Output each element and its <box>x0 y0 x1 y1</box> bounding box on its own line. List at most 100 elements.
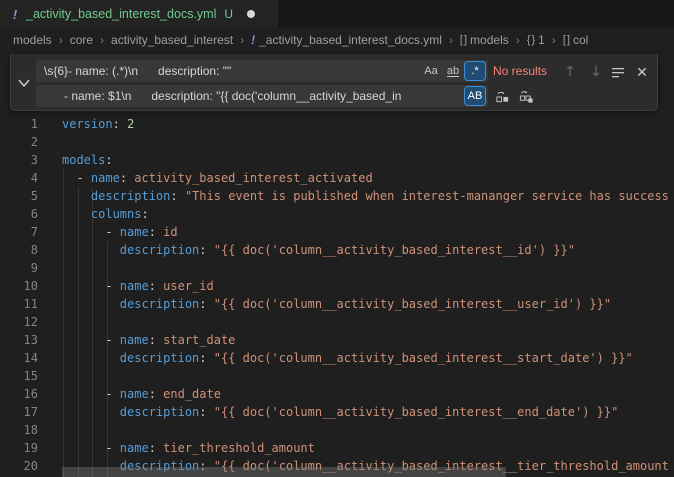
code-text <box>38 133 674 151</box>
code-line[interactable]: 16 - name: end_date <box>0 385 674 403</box>
replace-button[interactable] <box>492 86 512 106</box>
breadcrumb-label: models <box>470 33 509 47</box>
regex-toggle[interactable]: .* <box>465 62 485 80</box>
breadcrumb: models › core › activity_based_interest ›! _ac… <box>0 28 674 52</box>
breadcrumb-item-_activity_based_interest_docs.yml[interactable]: ! _activity_based_interest_docs.yml <box>251 33 442 47</box>
code-text: - name: start_date <box>38 331 674 349</box>
line-number: 4 <box>0 169 38 187</box>
code-text <box>38 367 674 385</box>
match-case-toggle[interactable]: Aa <box>421 62 441 80</box>
tab-bar: ! _activity_based_interest_docs.yml U <box>0 0 674 28</box>
horizontal-scrollbar[interactable] <box>62 467 506 477</box>
code-text: description: "{{ doc('column__activity_b… <box>38 295 674 313</box>
breadcrumb-item-col[interactable]: [ ] col <box>563 33 589 47</box>
code-line[interactable]: 11 description: "{{ doc('column__activit… <box>0 295 674 313</box>
code-line[interactable]: 14 description: "{{ doc('column__activit… <box>0 349 674 367</box>
line-number: 18 <box>0 421 38 439</box>
yaml-file-icon: ! <box>251 33 255 47</box>
breadcrumb-label: _activity_based_interest_docs.yml <box>259 33 442 47</box>
git-untracked-badge: U <box>224 7 233 21</box>
array-symbol-icon: [ ] <box>563 34 569 46</box>
code-text: description: "This event is published wh… <box>38 187 674 205</box>
line-number: 9 <box>0 259 38 277</box>
code-text: columns: <box>38 205 674 223</box>
breadcrumb-item-models[interactable]: models <box>13 33 52 47</box>
code-line[interactable]: 15 <box>0 367 674 385</box>
breadcrumb-separator-icon: › <box>516 33 520 47</box>
code-line[interactable]: 1version: 2 <box>0 115 674 133</box>
breadcrumb-label: models <box>13 33 52 47</box>
code-text <box>38 313 674 331</box>
toggle-replace-chevron-icon[interactable] <box>14 73 34 93</box>
line-number: 2 <box>0 133 38 151</box>
line-number: 20 <box>0 457 38 475</box>
close-find-widget-button[interactable]: ✕ <box>632 62 652 82</box>
code-text: description: "{{ doc('column__activity_b… <box>38 403 674 421</box>
code-line[interactable]: 19 - name: tier_threshold_amount <box>0 439 674 457</box>
breadcrumb-item-1[interactable]: { }1 <box>527 33 545 47</box>
code-text: version: 2 <box>38 115 674 133</box>
code-line[interactable]: 7 - name: id <box>0 223 674 241</box>
code-text: - name: end_date <box>38 385 674 403</box>
code-text: - name: tier_threshold_amount <box>38 439 674 457</box>
breadcrumb-label: col <box>573 33 588 47</box>
breadcrumb-item-activity_based_interest[interactable]: activity_based_interest <box>111 33 233 47</box>
code-line[interactable]: 5 description: "This event is published … <box>0 187 674 205</box>
line-number: 13 <box>0 331 38 349</box>
breadcrumb-label: 1 <box>538 33 545 47</box>
whole-word-toggle[interactable]: ab <box>443 62 463 80</box>
line-number: 12 <box>0 313 38 331</box>
breadcrumb-separator-icon: › <box>449 33 453 47</box>
code-text: - name: id <box>38 223 674 241</box>
breadcrumb-item-models[interactable]: [ ] models <box>460 33 509 47</box>
code-line[interactable]: 4 - name: activity_based_interest_activa… <box>0 169 674 187</box>
line-number: 5 <box>0 187 38 205</box>
next-match-button[interactable]: ↓ <box>586 62 606 82</box>
line-number: 7 <box>0 223 38 241</box>
code-line[interactable]: 8 description: "{{ doc('column__activity… <box>0 241 674 259</box>
code-line[interactable]: 18 <box>0 421 674 439</box>
breadcrumb-label: activity_based_interest <box>111 33 233 47</box>
find-in-selection-button[interactable] <box>608 62 628 82</box>
line-number: 16 <box>0 385 38 403</box>
replace-value-text: - name: $1\n description: "{{ doc('colum… <box>44 85 462 107</box>
line-number: 8 <box>0 241 38 259</box>
code-line[interactable]: 13 - name: start_date <box>0 331 674 349</box>
breadcrumb-separator-icon: › <box>59 33 63 47</box>
line-number: 19 <box>0 439 38 457</box>
code-line[interactable]: 17 description: "{{ doc('column__activit… <box>0 403 674 421</box>
code-text <box>38 421 674 439</box>
line-number: 15 <box>0 367 38 385</box>
code-line[interactable]: 2 <box>0 133 674 151</box>
breadcrumb-separator-icon: › <box>100 33 104 47</box>
find-input[interactable]: \s{6}- name: (.*)\n description: "" Aa a… <box>36 60 488 82</box>
find-query-text: \s{6}- name: (.*)\n description: "" <box>44 60 422 82</box>
breadcrumb-item-core[interactable]: core <box>70 33 93 47</box>
line-number: 17 <box>0 403 38 421</box>
replace-input[interactable]: - name: $1\n description: "{{ doc('colum… <box>36 85 488 107</box>
code-line[interactable]: 3models: <box>0 151 674 169</box>
replace-all-button[interactable] <box>516 86 536 106</box>
line-number: 14 <box>0 349 38 367</box>
find-results-count: No results <box>493 60 547 82</box>
breadcrumb-separator-icon: › <box>240 33 244 47</box>
yaml-file-icon: ! <box>10 7 20 22</box>
vscode-window: ! _activity_based_interest_docs.yml U mo… <box>0 0 674 477</box>
preserve-case-toggle[interactable]: AB <box>465 87 485 105</box>
modified-dot-icon[interactable] <box>247 10 255 18</box>
tab-activity-based-interest-docs[interactable]: ! _activity_based_interest_docs.yml U <box>0 0 278 28</box>
code-text: models: <box>38 151 674 169</box>
code-lines: 1version: 223models:4 - name: activity_b… <box>0 115 674 475</box>
code-text: - name: user_id <box>38 277 674 295</box>
breadcrumb-separator-icon: › <box>552 33 556 47</box>
code-line[interactable]: 6 columns: <box>0 205 674 223</box>
code-text: - name: activity_based_interest_activate… <box>38 169 674 187</box>
line-number: 11 <box>0 295 38 313</box>
previous-match-button[interactable]: ↑ <box>560 62 580 82</box>
code-line[interactable]: 10 - name: user_id <box>0 277 674 295</box>
code-line[interactable]: 12 <box>0 313 674 331</box>
breadcrumb-label: core <box>70 33 93 47</box>
array-symbol-icon: [ ] <box>460 34 466 46</box>
code-editor[interactable]: 1version: 223models:4 - name: activity_b… <box>0 52 674 477</box>
code-line[interactable]: 9 <box>0 259 674 277</box>
